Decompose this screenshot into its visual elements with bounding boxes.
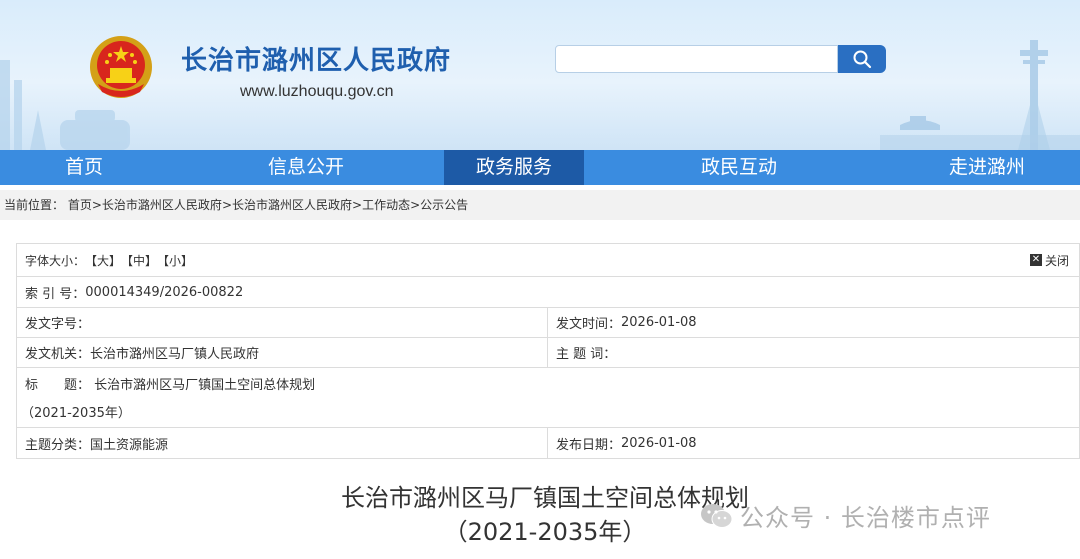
breadcrumb-item-work-news[interactable]: 工作动态 xyxy=(362,198,410,212)
title-label: 标 题： xyxy=(25,378,91,393)
category-label: 主题分类： xyxy=(25,437,91,453)
org-row: 发文机关： 长治市潞州区马厂镇人民政府 主 题 词： xyxy=(17,338,1079,368)
org-value: 长治市潞州区马厂镇人民政府 xyxy=(90,347,260,362)
breadcrumb-separator: > xyxy=(352,198,363,212)
font-medium-link[interactable]: 【中】 xyxy=(121,252,157,269)
breadcrumb-item-gov[interactable]: 长治市潞州区人民政府 xyxy=(102,198,222,212)
search-button[interactable] xyxy=(838,45,886,73)
search-icon xyxy=(853,50,872,69)
font-size-controls: 字体大小： 【大】 【中】 【小】 xyxy=(17,244,193,276)
index-value: 000014349/2026-00822 xyxy=(85,284,244,300)
wechat-logo-icon xyxy=(701,503,733,528)
breadcrumb-separator: > xyxy=(410,198,421,212)
index-row: 索 引 号： 000014349/2026-00822 xyxy=(17,277,1079,308)
issue-time-label: 发文时间： xyxy=(556,317,622,332)
font-small-link[interactable]: 【小】 xyxy=(157,252,193,269)
nav-item-home[interactable]: 首页 xyxy=(0,150,168,185)
breadcrumb-separator: > xyxy=(91,198,102,212)
issue-time-value: 2026-01-08 xyxy=(621,315,697,330)
national-emblem-icon xyxy=(90,36,152,98)
document-info-table: 字体大小： 【大】 【中】 【小】 ✕ 关闭 索 引 号： 000014349/… xyxy=(16,243,1080,459)
index-label: 索 引 号： xyxy=(25,286,86,302)
watermark-text: 公众号 · 长治楼市点评 xyxy=(740,504,991,532)
breadcrumb-item-gov-2[interactable]: 长治市潞州区人民政府 xyxy=(232,198,352,212)
doc-no-label: 发文字号： xyxy=(25,317,91,332)
main-nav: 首页 信息公开 政务服务 政民互动 走进潞州 xyxy=(0,150,1080,185)
title-row: 标 题： 长治市潞州区马厂镇国土空间总体规划 （2021-2035年） xyxy=(17,368,1079,428)
title-value: 长治市潞州区马厂镇国土空间总体规划 xyxy=(94,378,316,393)
category-row: 主题分类： 国土资源能源 发布日期： 2026-01-08 xyxy=(17,428,1079,458)
wechat-watermark: 公众号 · 长治楼市点评 xyxy=(700,498,991,533)
site-header: 长治市潞州区人民政府 www.luzhouqu.gov.cn xyxy=(0,0,1080,150)
nav-item-gov-services[interactable]: 政务服务 xyxy=(444,150,584,185)
breadcrumb-item-home[interactable]: 首页 xyxy=(68,198,92,212)
category-value: 国土资源能源 xyxy=(90,437,169,453)
search-input[interactable] xyxy=(555,45,838,73)
font-large-link[interactable]: 【大】 xyxy=(85,252,121,269)
site-url[interactable]: www.luzhouqu.gov.cn xyxy=(240,83,394,101)
breadcrumb-prefix: 当前位置： xyxy=(4,198,65,212)
site-title: 长治市潞州区人民政府 xyxy=(181,46,452,76)
breadcrumb-separator: > xyxy=(221,198,232,212)
close-button[interactable]: ✕ 关闭 xyxy=(1029,244,1069,276)
breadcrumb: 当前位置： 首页>长治市潞州区人民政府>长治市潞州区人民政府>工作动态>公示公告 xyxy=(0,190,1080,220)
font-size-label: 字体大小： xyxy=(25,253,86,268)
breadcrumb-item-announcements[interactable]: 公示公告 xyxy=(420,198,468,212)
publish-date-label: 发布日期： xyxy=(556,437,622,453)
org-label: 发文机关： xyxy=(25,347,91,362)
title-value-continued: （2021-2035年） xyxy=(21,406,131,421)
keywords-label: 主 题 词： xyxy=(556,347,617,362)
nav-item-interaction[interactable]: 政民互动 xyxy=(584,150,894,185)
close-icon: ✕ xyxy=(1029,254,1042,266)
nav-item-about-luzhou[interactable]: 走进潞州 xyxy=(894,150,1080,185)
close-label: 关闭 xyxy=(1044,253,1069,268)
font-size-row: 字体大小： 【大】 【中】 【小】 ✕ 关闭 xyxy=(17,244,1079,277)
publish-date-value: 2026-01-08 xyxy=(621,435,697,451)
nav-item-info-disclosure[interactable]: 信息公开 xyxy=(168,150,444,185)
tower-decoration xyxy=(880,40,1080,150)
doc-no-row: 发文字号： 发文时间： 2026-01-08 xyxy=(17,308,1079,338)
